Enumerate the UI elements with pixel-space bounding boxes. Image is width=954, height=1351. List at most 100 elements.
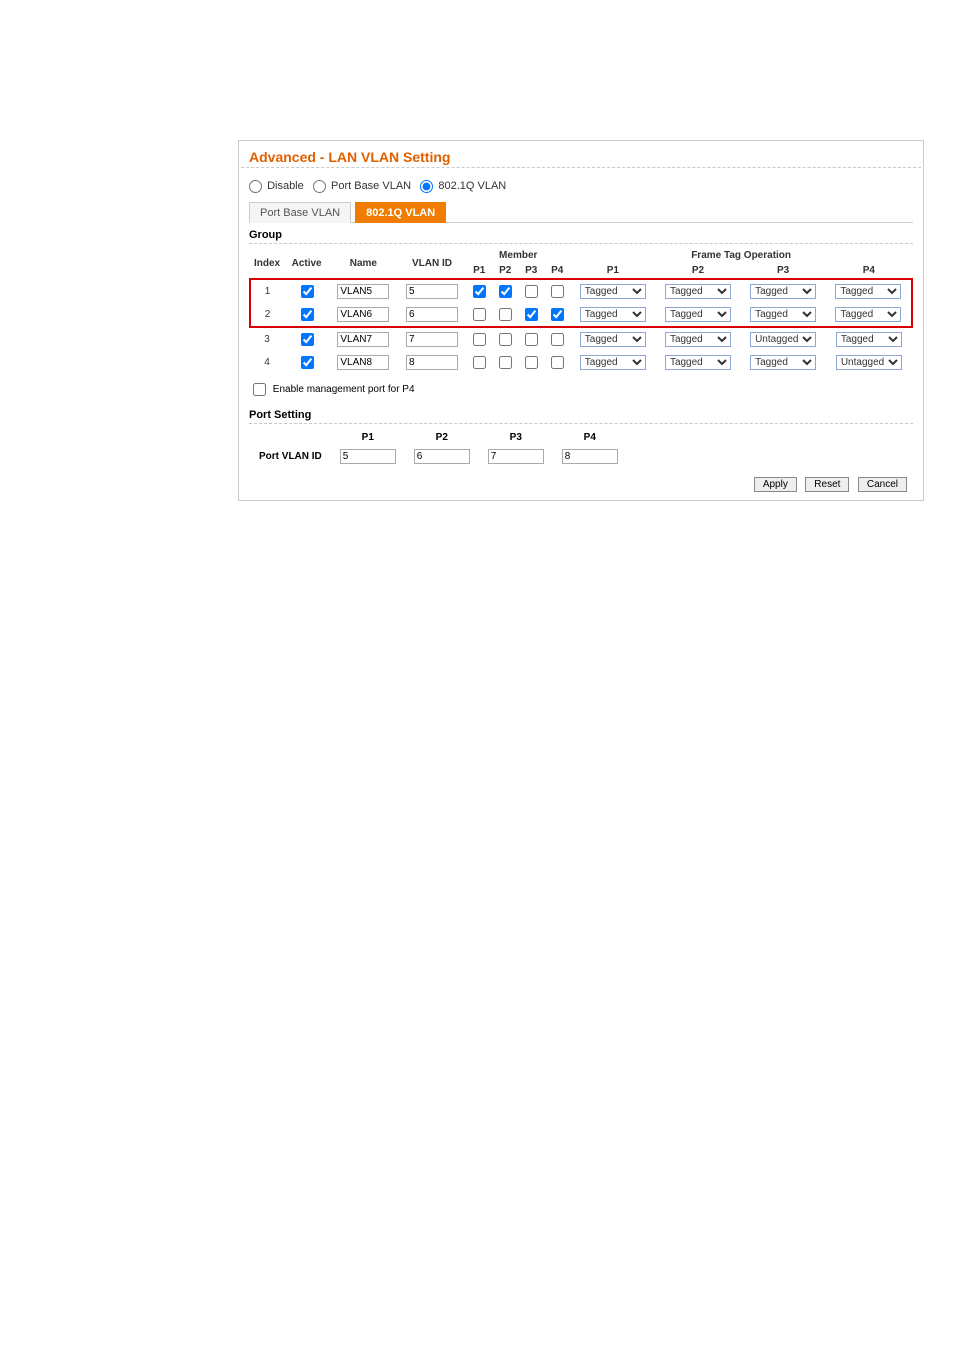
name-input[interactable] [337, 355, 389, 370]
cell-index: 4 [250, 351, 284, 374]
radio-disable-label: Disable [267, 180, 304, 192]
member-p2-checkbox[interactable] [499, 308, 512, 321]
tag-p4-select[interactable]: Tagged [835, 284, 901, 299]
mgmt-port-label[interactable]: Enable management port for P4 [249, 384, 415, 395]
member-p3-checkbox[interactable] [525, 308, 538, 321]
group-table: Index Active Name VLAN ID Member Frame T… [249, 248, 913, 374]
port-setting-title: Port Setting [249, 403, 913, 424]
member-p3-checkbox[interactable] [525, 356, 538, 369]
mgmt-port-text: Enable management port for P4 [273, 384, 415, 395]
cell-index: 3 [250, 327, 284, 351]
port-vlanid-label: Port VLAN ID [251, 447, 330, 466]
mgmt-port-checkbox[interactable] [253, 383, 266, 396]
table-row: 2 Tagged Tagged Tagged Tagged [250, 303, 912, 327]
col-vlanid: VLAN ID [398, 248, 467, 279]
col-member-p4: P4 [544, 263, 570, 279]
radio-portbase-label: Port Base VLAN [331, 180, 411, 192]
vlanid-input[interactable] [406, 332, 458, 347]
member-p4-checkbox[interactable] [551, 356, 564, 369]
tag-p3-select[interactable]: Untagged [750, 332, 816, 347]
col-tag-p2: P2 [655, 263, 740, 279]
cell-index: 2 [250, 303, 284, 327]
radio-portbase[interactable]: Port Base VLAN [313, 180, 414, 192]
tag-p1-select[interactable]: Tagged [580, 307, 646, 322]
ps-col-p1: P1 [332, 430, 404, 445]
cancel-button[interactable]: Cancel [858, 477, 907, 492]
apply-button[interactable]: Apply [754, 477, 797, 492]
active-checkbox[interactable] [301, 285, 314, 298]
active-checkbox[interactable] [301, 333, 314, 346]
tab-portbase-vlan[interactable]: Port Base VLAN [249, 202, 351, 223]
col-active: Active [284, 248, 329, 279]
col-frametag: Frame Tag Operation [570, 248, 912, 263]
reset-button[interactable]: Reset [805, 477, 849, 492]
vlanid-input[interactable] [406, 355, 458, 370]
col-index: Index [250, 248, 284, 279]
tag-p2-select[interactable]: Tagged [665, 355, 731, 370]
port-vlanid-p4-input[interactable] [562, 449, 618, 464]
vlanid-input[interactable] [406, 284, 458, 299]
ps-col-p3: P3 [480, 430, 552, 445]
name-input[interactable] [337, 307, 389, 322]
tag-p1-select[interactable]: Tagged [580, 284, 646, 299]
active-checkbox[interactable] [301, 308, 314, 321]
ps-col-p2: P2 [406, 430, 478, 445]
member-p4-checkbox[interactable] [551, 333, 564, 346]
vlanid-input[interactable] [406, 307, 458, 322]
col-tag-p4: P4 [826, 263, 912, 279]
tag-p4-select[interactable]: Untagged [836, 355, 902, 370]
table-row: 4 Tagged Tagged Tagged Untagged [250, 351, 912, 374]
page-title: Advanced - LAN VLAN Setting [241, 149, 921, 168]
cell-index: 1 [250, 279, 284, 303]
member-p4-checkbox[interactable] [551, 285, 564, 298]
radio-disable-input[interactable] [249, 180, 262, 193]
tag-p2-select[interactable]: Tagged [665, 332, 731, 347]
port-vlanid-p2-input[interactable] [414, 449, 470, 464]
table-row: 1 Tagged Tagged Tagged Tagged [250, 279, 912, 303]
vlan-settings-panel: Advanced - LAN VLAN Setting Disable Port… [238, 140, 924, 501]
tag-p3-select[interactable]: Tagged [750, 307, 816, 322]
member-p1-checkbox[interactable] [473, 333, 486, 346]
tag-p2-select[interactable]: Tagged [665, 284, 731, 299]
tabs: Port Base VLAN 802.1Q VLAN [249, 201, 913, 223]
member-p1-checkbox[interactable] [473, 356, 486, 369]
ps-col-p4: P4 [554, 430, 626, 445]
radio-disable[interactable]: Disable [249, 180, 307, 192]
group-title: Group [249, 223, 913, 244]
tag-p1-select[interactable]: Tagged [580, 332, 646, 347]
member-p1-checkbox[interactable] [473, 285, 486, 298]
member-p3-checkbox[interactable] [525, 285, 538, 298]
col-tag-p1: P1 [570, 263, 655, 279]
col-member-p1: P1 [466, 263, 492, 279]
tag-p1-select[interactable]: Tagged [580, 355, 646, 370]
name-input[interactable] [337, 332, 389, 347]
vlan-mode-radios: Disable Port Base VLAN 802.1Q VLAN [249, 174, 913, 201]
col-name: Name [329, 248, 398, 279]
radio-dot1q-input[interactable] [420, 180, 433, 193]
member-p2-checkbox[interactable] [499, 285, 512, 298]
tag-p3-select[interactable]: Tagged [750, 355, 816, 370]
member-p2-checkbox[interactable] [499, 333, 512, 346]
tab-8021q-vlan[interactable]: 802.1Q VLAN [355, 202, 446, 223]
radio-dot1q[interactable]: 802.1Q VLAN [420, 180, 506, 192]
port-vlanid-p1-input[interactable] [340, 449, 396, 464]
button-bar: Apply Reset Cancel [249, 468, 913, 494]
radio-portbase-input[interactable] [313, 180, 326, 193]
name-input[interactable] [337, 284, 389, 299]
member-p3-checkbox[interactable] [525, 333, 538, 346]
col-tag-p3: P3 [741, 263, 826, 279]
member-p4-checkbox[interactable] [551, 308, 564, 321]
radio-dot1q-label: 802.1Q VLAN [438, 180, 506, 192]
tag-p4-select[interactable]: Tagged [836, 332, 902, 347]
col-member-p2: P2 [492, 263, 518, 279]
table-row: 3 Tagged Tagged Untagged Tagged [250, 327, 912, 351]
member-p1-checkbox[interactable] [473, 308, 486, 321]
main-section: Disable Port Base VLAN 802.1Q VLAN Port … [241, 168, 921, 494]
active-checkbox[interactable] [301, 356, 314, 369]
tag-p2-select[interactable]: Tagged [665, 307, 731, 322]
port-vlanid-p3-input[interactable] [488, 449, 544, 464]
member-p2-checkbox[interactable] [499, 356, 512, 369]
tag-p4-select[interactable]: Tagged [835, 307, 901, 322]
port-setting-table: P1 P2 P3 P4 Port VLAN ID [249, 428, 628, 468]
tag-p3-select[interactable]: Tagged [750, 284, 816, 299]
